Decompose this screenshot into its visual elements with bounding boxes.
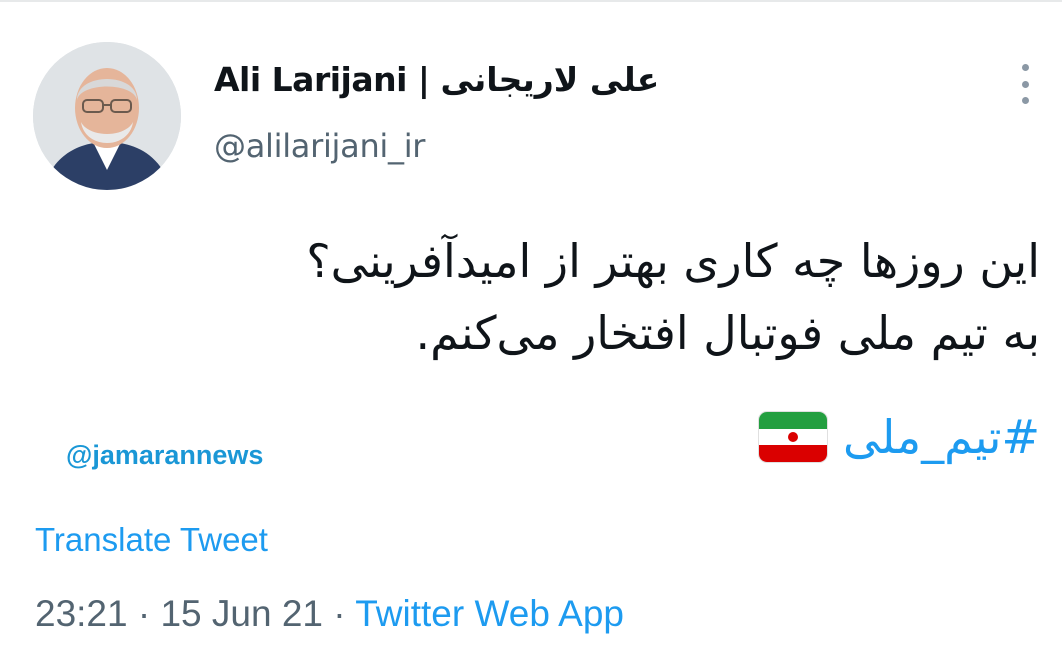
watermark: @jamarannews (66, 440, 264, 470)
dot (1021, 80, 1029, 88)
tweet-time[interactable]: 23:21 (35, 593, 128, 634)
tweet-date[interactable]: 15 Jun 21 (160, 593, 323, 634)
tweet-source[interactable]: Twitter Web App (355, 593, 624, 634)
hashtag-line: #تیم_ملی (758, 410, 1040, 464)
more-options-icon[interactable] (1013, 64, 1037, 104)
top-divider (0, 0, 1062, 2)
avatar-photo (33, 42, 181, 190)
hashtag-link[interactable]: #تیم_ملی (843, 410, 1040, 464)
dot (1021, 97, 1029, 104)
dot (1021, 64, 1029, 71)
iran-flag-icon (758, 412, 827, 462)
tweet-line: این روزها چه کاری بهتر از امیدآفرینی؟ (306, 234, 1040, 288)
tweet-meta: 23:21 · 15 Jun 21 · Twitter Web App (35, 593, 624, 635)
avatar[interactable] (33, 42, 181, 190)
meta-separator: · (333, 593, 346, 634)
author-handle[interactable]: @alilarijani_ir (214, 127, 425, 165)
tweet-text: این روزها چه کاری بهتر از امیدآفرینی؟ به… (140, 225, 1040, 369)
author-display-name[interactable]: Ali Larijani | علی لاریجانی (214, 60, 660, 99)
meta-separator: · (137, 593, 151, 634)
tweet-line: به تیم ملی فوتبال افتخار می‌کنم. (415, 306, 1040, 360)
translate-tweet-link[interactable]: Translate Tweet (35, 521, 268, 559)
